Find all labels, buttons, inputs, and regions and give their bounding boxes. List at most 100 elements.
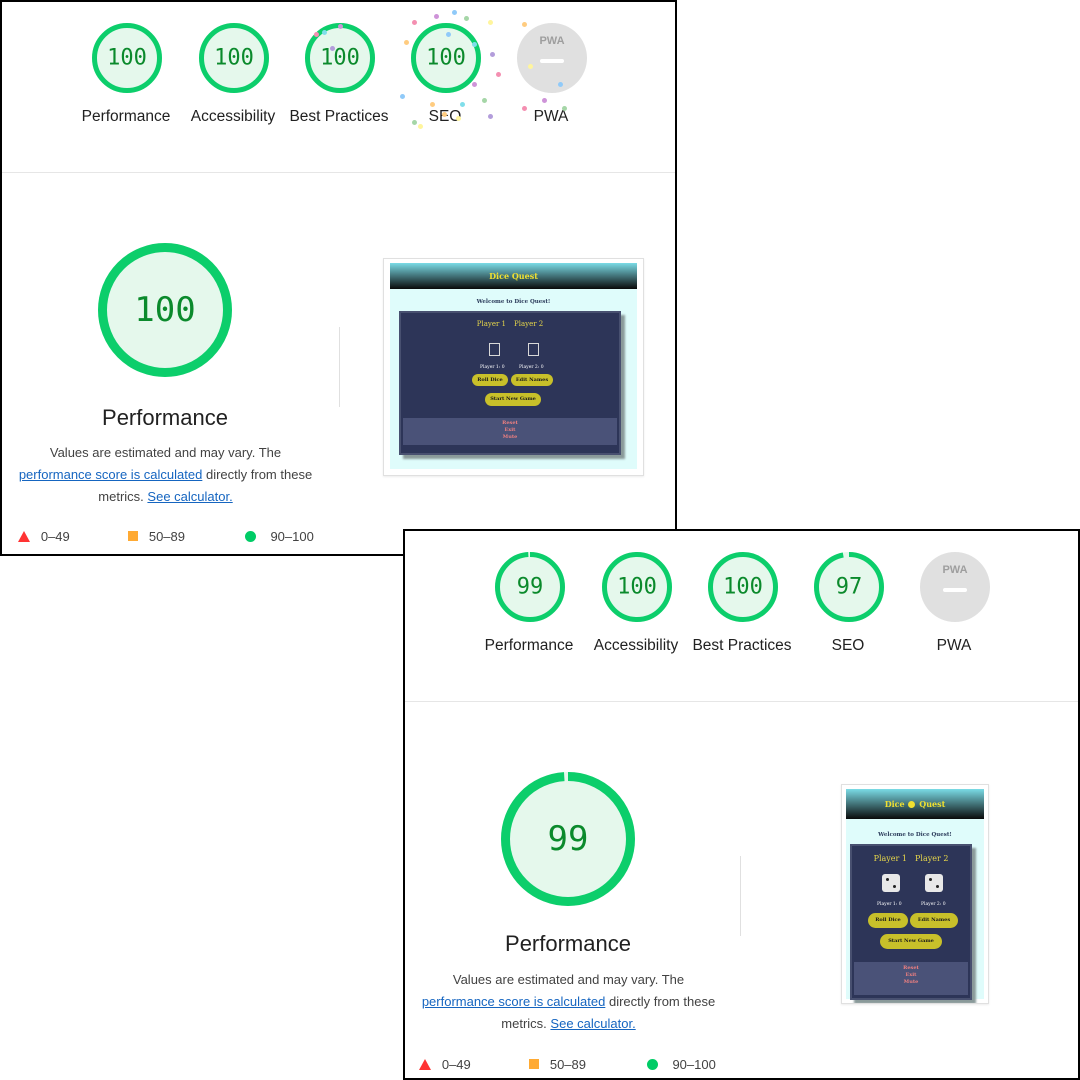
- legend-fail: 0–49: [419, 1057, 471, 1072]
- pwa-circle: [517, 23, 587, 93]
- performance-gauge-score: 100: [134, 290, 195, 330]
- performance-summary: 100 Performance Values are estimated and…: [2, 172, 675, 554]
- fail-triangle-icon: [18, 531, 30, 542]
- confetti-dot: [496, 72, 501, 77]
- gauge-label: Performance: [81, 108, 171, 125]
- game-panel: Player 1 Player 2 Player 1: 0 Player 2: 0…: [399, 311, 621, 455]
- reset-link: Reset: [903, 965, 919, 971]
- pwa-badge-text: PWA: [539, 35, 564, 47]
- gauge-score: 100: [617, 575, 657, 600]
- start-new-game-button: Start New Game: [485, 393, 541, 406]
- confetti-dot: [528, 64, 533, 69]
- gauge-label: Accessibility: [190, 108, 276, 125]
- pwa-badge-icon: PWA: [919, 551, 991, 623]
- gauge-label: PWA: [936, 637, 972, 654]
- legend-fail-text: 0–49: [441, 1057, 471, 1072]
- performance-description: Values are estimated and may vary. The p…: [405, 969, 732, 1035]
- exit-link: Exit: [504, 427, 516, 433]
- final-screenshot: Dice Quest Welcome to Dice Quest! Player…: [383, 258, 644, 476]
- confetti-dot: [330, 46, 335, 51]
- legend-average: 50–89: [529, 1057, 586, 1072]
- legend-average-text: 50–89: [148, 529, 185, 544]
- score-legend: 0–49 50–89 90–100: [18, 529, 338, 545]
- gauge-ring: 97: [813, 551, 885, 623]
- legend-pass-text: 90–100: [672, 1057, 716, 1072]
- app-body: Welcome to Dice Quest! Player 1 Player 2 …: [390, 289, 637, 469]
- player1-score: Player 1: 0: [877, 902, 902, 907]
- average-square-icon: [128, 531, 138, 541]
- gauge-label: PWA: [533, 108, 569, 125]
- score-legend: 0–49 50–89 90–100: [419, 1057, 739, 1073]
- mute-link: Mute: [502, 434, 518, 440]
- confetti-dot: [452, 10, 457, 15]
- performance-summary: 99 Performance Values are estimated and …: [405, 701, 1078, 1078]
- die-1-icon: [489, 343, 500, 356]
- app-header: Dice Quest: [390, 263, 637, 289]
- category-gauges: 99 Performance 100 Accessibility 100 Bes…: [405, 531, 1078, 702]
- see-calculator-link[interactable]: See calculator.: [147, 489, 232, 504]
- confetti-dot: [522, 22, 527, 27]
- gauge-label: Performance: [484, 637, 574, 654]
- performance-big-gauge: 99: [500, 771, 636, 907]
- confetti-dot: [314, 32, 319, 37]
- edit-names-button: Edit Names: [511, 374, 553, 386]
- app-title-left: Dice: [884, 799, 905, 809]
- app-header: Dice Quest: [846, 789, 984, 819]
- confetti-dot: [464, 16, 469, 21]
- gauge-score: 100: [214, 46, 254, 71]
- see-calculator-link[interactable]: See calculator.: [550, 1016, 635, 1031]
- lighthouse-report-after: 99 Performance 100 Accessibility 100 Bes…: [403, 529, 1080, 1080]
- gauge-score: 99: [517, 575, 544, 600]
- edit-names-button: Edit Names: [910, 913, 958, 928]
- confetti-dot: [488, 20, 493, 25]
- player1-name: Player 1: [873, 854, 907, 863]
- player2-name: Player 2: [514, 320, 544, 328]
- confetti-dot: [482, 98, 487, 103]
- confetti-dot: [322, 30, 327, 35]
- pass-circle-icon: [647, 1059, 658, 1070]
- pwa-circle: [920, 552, 990, 622]
- gauge-ring: 99: [494, 551, 566, 623]
- game-panel: Player 1 Player 2 Player 1: 0 Player 2: 0…: [850, 844, 972, 1000]
- gauge-score: 97: [836, 575, 863, 600]
- die-1-icon: [882, 874, 900, 892]
- die-2-icon: [528, 343, 539, 356]
- player2-score: Player 2: 0: [519, 365, 544, 370]
- gauge-ring: 100: [601, 551, 673, 623]
- gauge-label: Best Practices: [692, 637, 792, 654]
- average-square-icon: [529, 1059, 539, 1069]
- confetti-dot: [400, 94, 405, 99]
- confetti-dot: [522, 106, 527, 111]
- legend-fail-text: 0–49: [40, 529, 70, 544]
- gauge-score: 100: [723, 575, 763, 600]
- gauge-ring: 100: [91, 22, 163, 94]
- reset-link: Reset: [502, 420, 518, 426]
- score-calculated-link[interactable]: performance score is calculated: [19, 467, 203, 482]
- app-footer: Reset Exit Mute: [854, 962, 968, 995]
- performance-big-gauge: 100: [97, 242, 233, 378]
- legend-average-text: 50–89: [549, 1057, 586, 1072]
- confetti-dot: [558, 82, 563, 87]
- pwa-dash: [943, 588, 967, 592]
- confetti-dot: [404, 40, 409, 45]
- gauge-label: Best Practices: [289, 108, 389, 125]
- gauge-score: 100: [320, 46, 360, 71]
- app-footer: Reset Exit Mute: [403, 418, 617, 445]
- confetti-dot: [490, 52, 495, 57]
- welcome-text: Welcome to Dice Quest!: [476, 299, 551, 305]
- player-names: Player 1 Player 2: [852, 854, 970, 863]
- pwa-badge-icon: PWA: [516, 22, 588, 94]
- confetti-dot: [446, 32, 451, 37]
- performance-title: Performance: [505, 931, 631, 956]
- confetti-dot: [542, 98, 547, 103]
- confetti-dot: [412, 120, 417, 125]
- start-new-game-button: Start New Game: [880, 934, 942, 949]
- score-calculated-link[interactable]: performance score is calculated: [422, 994, 606, 1009]
- legend-pass-text: 90–100: [270, 529, 314, 544]
- category-gauges: 100 Performance 100 Accessibility 100 Be…: [2, 2, 675, 173]
- player1-name: Player 1: [476, 320, 506, 328]
- roll-dice-button: Roll Dice: [472, 374, 508, 386]
- gauge-score: 100: [426, 46, 466, 71]
- performance-gauge-score: 99: [548, 819, 589, 859]
- player-names: Player 1 Player 2: [401, 320, 619, 328]
